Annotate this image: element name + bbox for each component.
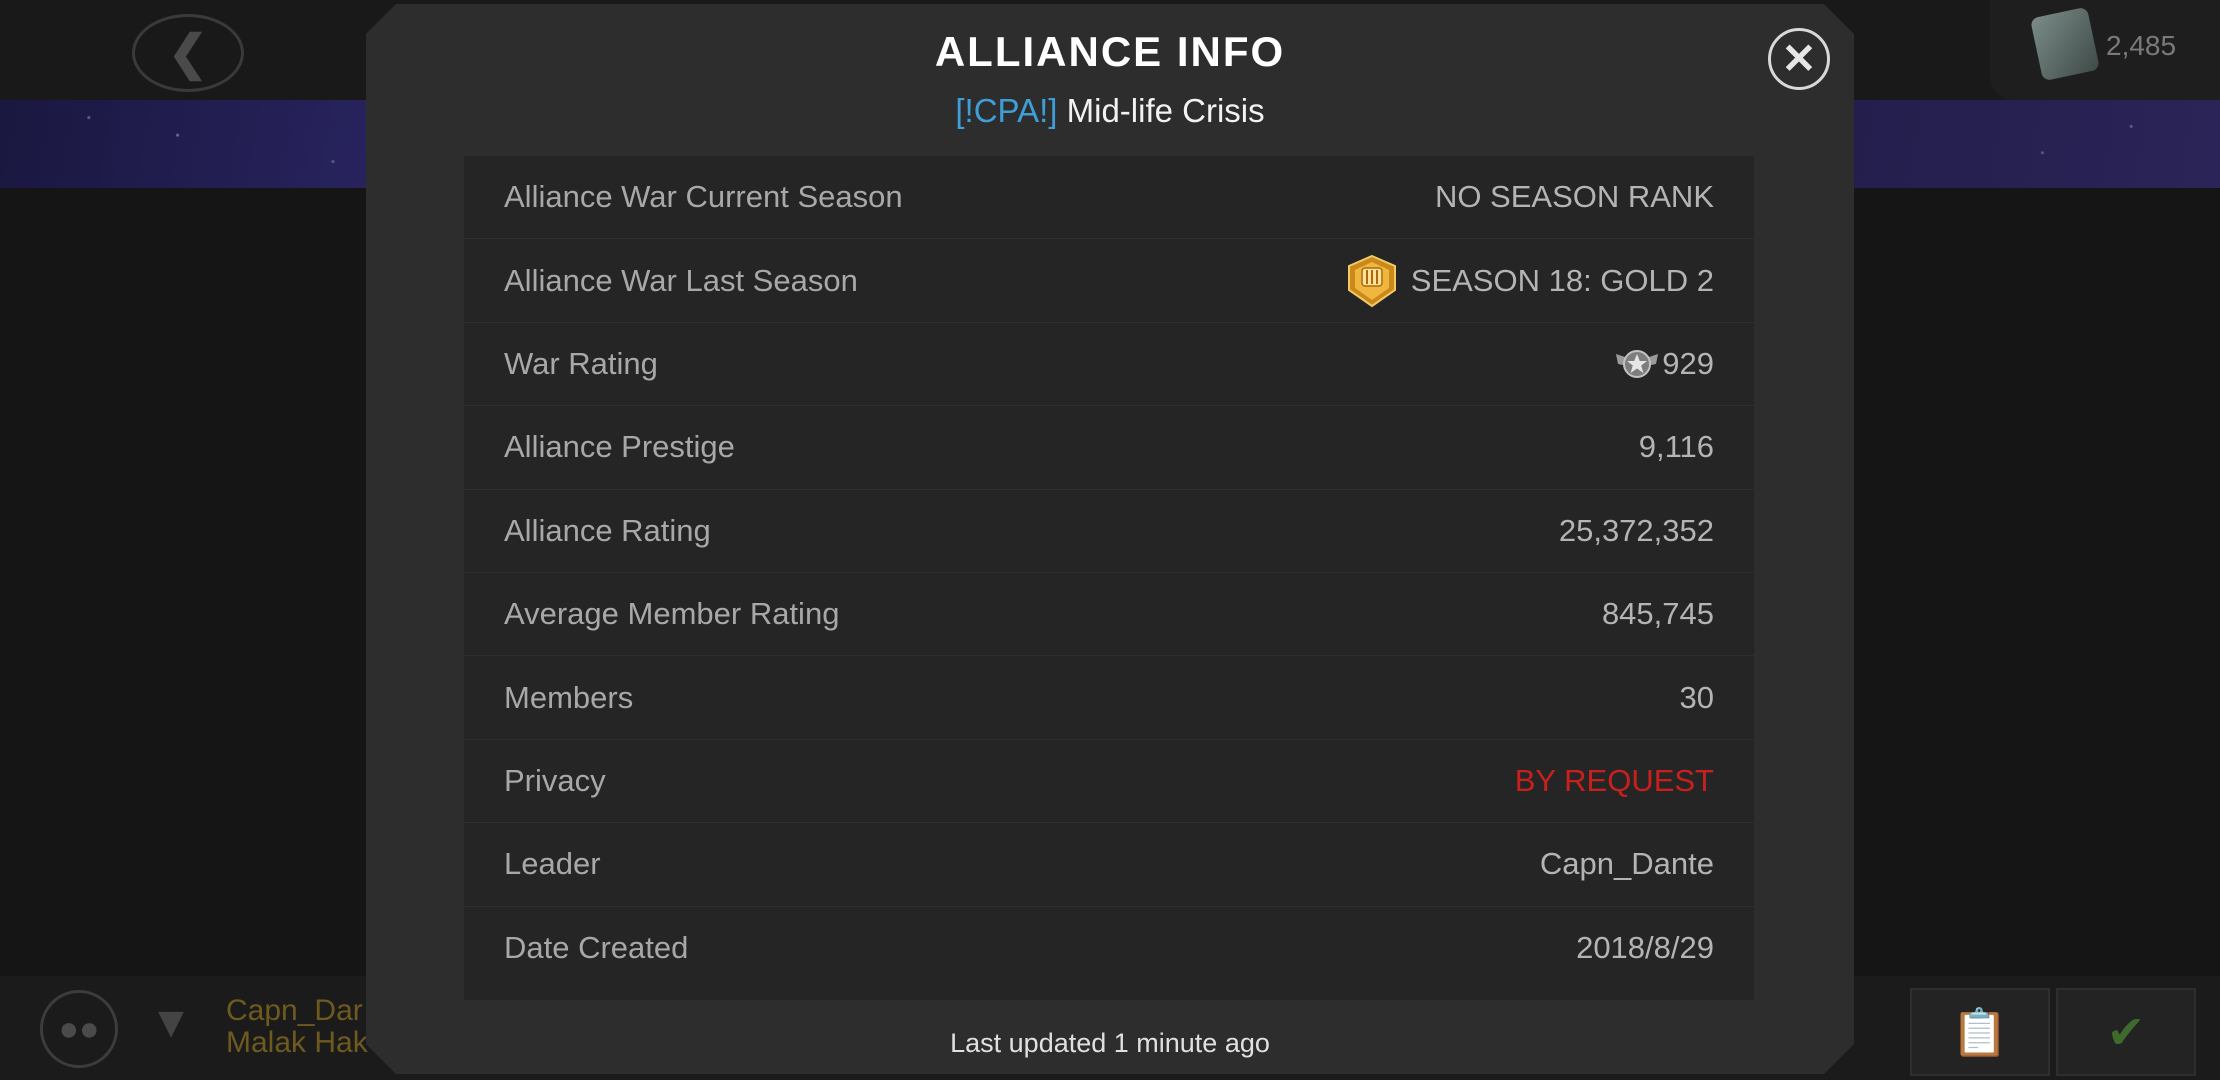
alliance-info-table: Alliance War Current Season NO SEASON RA… xyxy=(464,156,1754,1000)
row-value: Capn_Dante xyxy=(1540,846,1714,882)
info-row-prestige: Alliance Prestige 9,116 xyxy=(464,406,1754,489)
dialog-title: ALLIANCE INFO xyxy=(934,28,1286,75)
info-row-current-season: Alliance War Current Season NO SEASON RA… xyxy=(464,156,1754,239)
row-value: 30 xyxy=(1680,680,1714,716)
checkmark-icon: ✔ xyxy=(2106,1006,2146,1058)
members-button[interactable]: ●● xyxy=(40,990,118,1068)
member-name: Malak Hak xyxy=(226,1026,368,1059)
info-row-average-member-rating: Average Member Rating 845,745 xyxy=(464,573,1754,656)
info-row-members: Members 30 xyxy=(464,656,1754,739)
info-row-privacy: Privacy BY REQUEST xyxy=(464,740,1754,823)
row-value: 845,745 xyxy=(1602,596,1714,632)
confirm-button[interactable]: ✔ xyxy=(2056,988,2196,1076)
close-icon: ✕ xyxy=(1781,35,1817,82)
row-value: NO SEASON RANK xyxy=(1435,179,1714,215)
alliance-info-dialog: ALLIANCE INFO [!CPA!] Mid-life Crisis ✕ … xyxy=(366,4,1854,1074)
row-value: 2018/8/29 xyxy=(1576,930,1714,966)
row-value-text: NO SEASON RANK xyxy=(1434,179,1714,215)
row-label: Alliance Rating xyxy=(504,512,711,548)
row-value-text: SEASON 18: GOLD 2 xyxy=(1410,262,1714,298)
alliance-tag: [!CPA!] xyxy=(955,92,1058,129)
row-label: Alliance Prestige xyxy=(504,429,735,465)
currency-value: 2,485 xyxy=(2106,30,2177,61)
member-name: Capn_Dar xyxy=(226,994,363,1027)
info-row-alliance-rating: Alliance Rating 25,372,352 xyxy=(464,490,1754,573)
row-label: Alliance War Current Season xyxy=(504,179,903,215)
close-button[interactable]: ✕ xyxy=(1768,28,1830,90)
last-updated-text: Last updated 1 minute ago xyxy=(950,1028,1270,1058)
war-rating-emblem-icon xyxy=(1614,344,1660,384)
row-label: War Rating xyxy=(504,345,658,381)
clipboard-icon: 📋 xyxy=(1951,1005,2009,1058)
row-label: Average Member Rating xyxy=(504,596,840,632)
back-button[interactable]: ❮ xyxy=(132,14,244,92)
info-row-date-created: Date Created 2018/8/29 xyxy=(464,907,1754,990)
row-value-text: 30 xyxy=(1679,679,1714,715)
row-value: 9,116 xyxy=(1639,429,1714,465)
row-value-text: 929 xyxy=(1662,345,1714,381)
row-value-text: 25,372,352 xyxy=(1558,512,1714,548)
alliance-name-line: [!CPA!] Mid-life Crisis xyxy=(366,92,1854,130)
row-value-text: 2018/8/29 xyxy=(1576,930,1714,966)
game-screen: ❮ 2,485 ●● ▼ Capn_Dar Malak Hak 📋 ✔ ALLI… xyxy=(0,0,2220,1080)
row-label: Alliance War Last Season xyxy=(504,262,858,298)
row-label: Privacy xyxy=(504,762,606,798)
currency-panel xyxy=(1990,0,2220,100)
row-value-text: Capn_Dante xyxy=(1539,846,1714,882)
row-value-text: 845,745 xyxy=(1601,596,1714,632)
row-label: Leader xyxy=(504,846,601,882)
info-row-war-rating: War Rating 929 xyxy=(464,323,1754,406)
alliance-name: Mid-life Crisis xyxy=(1057,92,1265,129)
row-value: 929 xyxy=(1614,344,1714,384)
row-value: SEASON 18: GOLD 2 xyxy=(1345,254,1714,308)
row-value: 25,372,352 xyxy=(1559,513,1714,549)
row-label: Date Created xyxy=(504,930,689,966)
people-icon: ●● xyxy=(58,1009,100,1048)
info-row-leader: Leader Capn_Dante xyxy=(464,823,1754,906)
row-value-text: BY REQUEST xyxy=(1514,762,1714,798)
row-label: Members xyxy=(504,679,634,715)
alliance-emblem-icon: ▼ xyxy=(149,998,193,1047)
chevron-left-icon: ❮ xyxy=(167,27,209,80)
gold-shield-icon xyxy=(1345,254,1399,308)
info-row-last-season: Alliance War Last Season SEASON 18: GOLD… xyxy=(464,239,1754,322)
row-value-text: 9,116 xyxy=(1638,429,1714,465)
clipboard-button[interactable]: 📋 xyxy=(1910,988,2050,1076)
privacy-status: BY REQUEST xyxy=(1515,763,1714,799)
